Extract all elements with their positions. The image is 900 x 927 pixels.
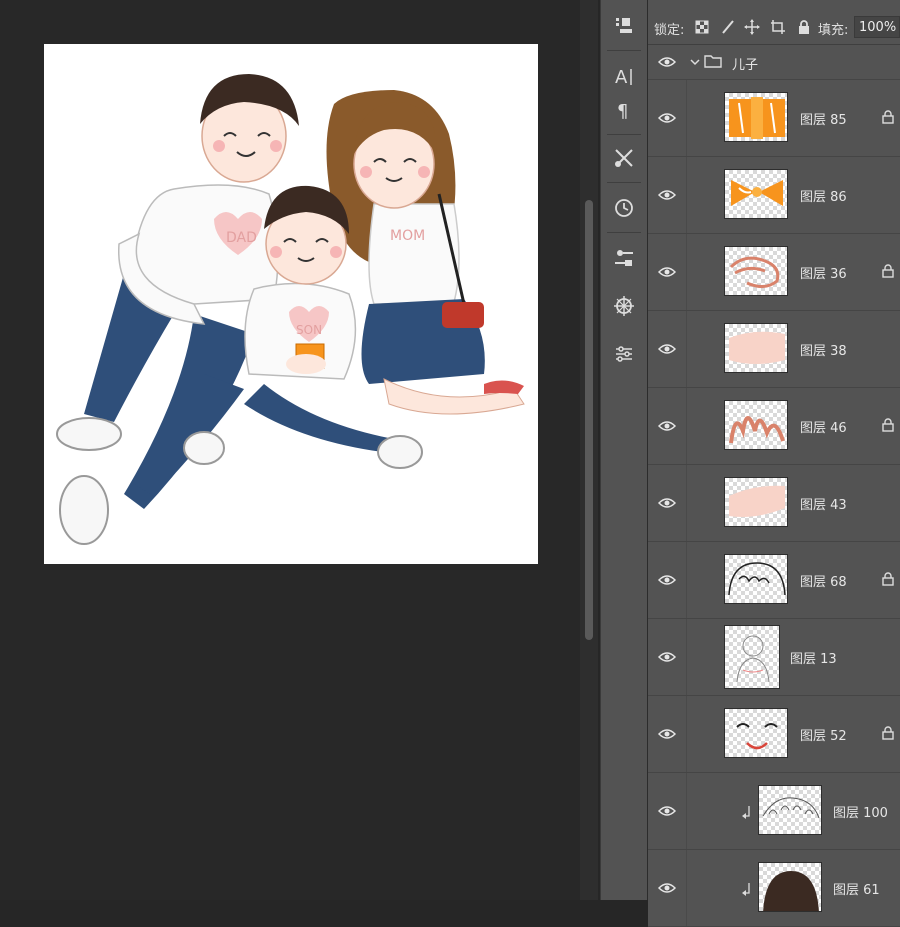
layer-name: 图层 85	[800, 113, 847, 128]
properties-icon[interactable]	[606, 240, 642, 276]
layer-name: 图层 100	[833, 806, 888, 821]
lock-label: 锁定:	[654, 23, 685, 38]
layer-thumbnail	[724, 92, 788, 142]
layer-thumbnail	[724, 169, 788, 219]
layer-thumbnail	[724, 400, 788, 450]
layer-name: 图层 36	[800, 267, 847, 282]
lock-artboard-icon[interactable]	[770, 19, 786, 35]
layers-panel: 锁定: 填充: 100% 儿子 图层 85 图层 86 图层 36 图层 38 …	[648, 0, 900, 927]
layer-thumbnail	[724, 554, 788, 604]
layer-row[interactable]: 图层 86	[648, 157, 900, 234]
paragraph-panel-icon[interactable]: ¶	[606, 92, 642, 128]
svg-text:A: A	[615, 67, 628, 87]
document-canvas-area[interactable]: DAD MOM SON	[0, 0, 580, 900]
brush-settings-icon[interactable]	[606, 140, 642, 176]
history-icon[interactable]	[606, 190, 642, 226]
visibility-eye-icon[interactable]	[658, 805, 676, 817]
layer-name: 图层 52	[800, 729, 847, 744]
layer-thumbnail	[724, 246, 788, 296]
layer-lock-icon	[882, 418, 894, 432]
layer-name: 图层 86	[800, 190, 847, 205]
adjustments-icon[interactable]	[606, 336, 642, 372]
visibility-eye-icon[interactable]	[658, 882, 676, 894]
dad-shirt-text: DAD	[226, 230, 257, 246]
visibility-eye-icon[interactable]	[658, 112, 676, 124]
lock-all-icon[interactable]	[796, 19, 812, 35]
layer-name: 图层 38	[800, 344, 847, 359]
layer-name: 图层 46	[800, 421, 847, 436]
fill-label: 填充:	[818, 23, 849, 38]
svg-text:¶: ¶	[617, 101, 628, 121]
visibility-eye-icon[interactable]	[658, 574, 676, 586]
layer-thumbnail	[724, 708, 788, 758]
layer-row[interactable]: 图层 61	[648, 850, 900, 927]
visibility-eye-icon[interactable]	[658, 343, 676, 355]
visibility-eye-icon[interactable]	[658, 56, 676, 68]
layer-name: 图层 61	[833, 883, 880, 898]
layer-row[interactable]: 图层 13	[648, 619, 900, 696]
layer-thumbnail	[758, 785, 822, 835]
artboard[interactable]: DAD MOM SON	[44, 44, 538, 564]
son-shirt-text: SON	[296, 323, 322, 337]
panel-icon-strip: A ¶	[600, 0, 648, 900]
layer-lock-icon	[882, 726, 894, 740]
layer-row[interactable]: 图层 52	[648, 696, 900, 773]
layer-lock-icon	[882, 572, 894, 586]
visibility-eye-icon[interactable]	[658, 420, 676, 432]
layer-row[interactable]: 图层 43	[648, 465, 900, 542]
clone-source-icon[interactable]	[606, 8, 642, 44]
layer-name: 图层 43	[800, 498, 847, 513]
lock-transparent-pixels-icon[interactable]	[694, 19, 710, 35]
clipping-mask-arrow-icon	[742, 883, 750, 896]
layer-row[interactable]: 图层 36	[648, 234, 900, 311]
layer-group-row[interactable]: 儿子	[648, 45, 900, 80]
visibility-eye-icon[interactable]	[658, 497, 676, 509]
layer-row[interactable]: 图层 85	[648, 80, 900, 157]
layer-row[interactable]: 图层 46	[648, 388, 900, 465]
chevron-down-icon[interactable]	[690, 57, 700, 67]
layer-lock-icon	[882, 110, 894, 124]
group-name: 儿子	[732, 58, 759, 73]
scrollbar-thumb[interactable]	[585, 200, 593, 640]
clipping-mask-arrow-icon	[742, 806, 750, 819]
layer-row[interactable]: 图层 38	[648, 311, 900, 388]
lock-image-pixels-icon[interactable]	[720, 19, 736, 35]
family-illustration: DAD MOM SON	[56, 74, 525, 545]
folder-icon	[704, 55, 722, 68]
character-panel-icon[interactable]: A	[606, 58, 642, 94]
visibility-eye-icon[interactable]	[658, 266, 676, 278]
navigator-icon[interactable]	[606, 288, 642, 324]
layer-thumbnail	[758, 862, 822, 912]
canvas-vertical-scrollbar[interactable]	[580, 0, 598, 900]
visibility-eye-icon[interactable]	[658, 651, 676, 663]
mom-shirt-text: MOM	[390, 228, 425, 244]
lock-position-icon[interactable]	[744, 19, 760, 35]
mom-figure: MOM	[326, 90, 525, 415]
lock-bar: 锁定: 填充: 100%	[648, 0, 900, 45]
layer-thumbnail	[724, 625, 780, 689]
layer-row[interactable]: 图层 100	[648, 773, 900, 850]
layer-thumbnail	[724, 477, 788, 527]
layer-name: 图层 13	[790, 652, 837, 667]
fill-opacity-input[interactable]: 100%	[854, 16, 900, 38]
layer-name: 图层 68	[800, 575, 847, 590]
visibility-eye-icon[interactable]	[658, 189, 676, 201]
layer-lock-icon	[882, 264, 894, 278]
layer-thumbnail	[724, 323, 788, 373]
layer-row[interactable]: 图层 68	[648, 542, 900, 619]
visibility-eye-icon[interactable]	[658, 728, 676, 740]
